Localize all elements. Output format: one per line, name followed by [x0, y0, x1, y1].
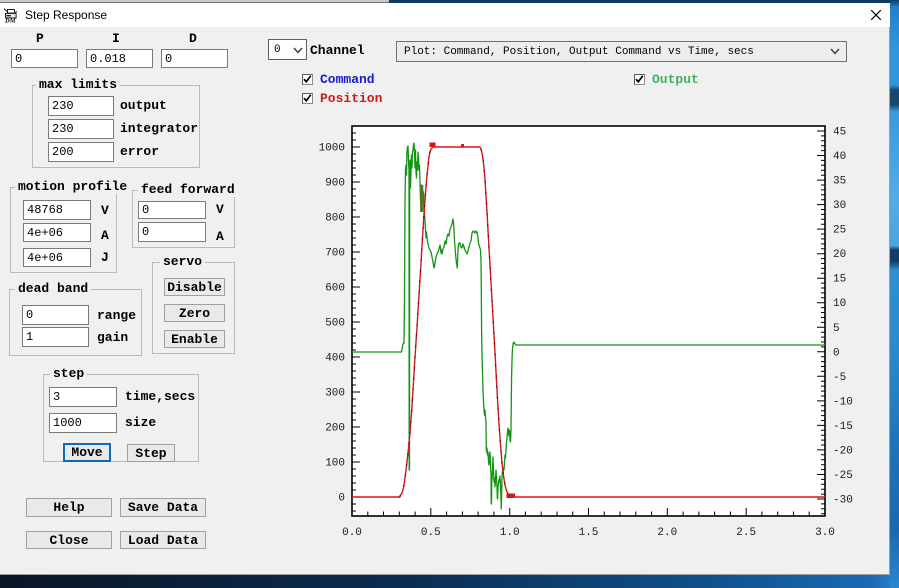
svg-text:2.5: 2.5 [736, 527, 756, 539]
svg-text:-10: -10 [833, 396, 853, 408]
svg-text:1.0: 1.0 [500, 527, 520, 539]
svg-text:300: 300 [325, 388, 345, 400]
svg-text:-25: -25 [833, 470, 853, 482]
svg-text:15: 15 [833, 274, 846, 286]
svg-text:45: 45 [833, 127, 846, 139]
svg-text:10: 10 [833, 298, 846, 310]
svg-text:40: 40 [833, 151, 846, 163]
svg-text:100: 100 [325, 458, 345, 470]
svg-text:0.5: 0.5 [421, 527, 441, 539]
svg-text:500: 500 [325, 318, 345, 330]
svg-text:0: 0 [338, 493, 345, 505]
svg-text:200: 200 [325, 423, 345, 435]
svg-text:-15: -15 [833, 421, 853, 433]
svg-text:-20: -20 [833, 445, 853, 457]
svg-text:600: 600 [325, 283, 345, 295]
svg-text:700: 700 [325, 248, 345, 260]
svg-text:0: 0 [833, 347, 840, 359]
svg-text:1.5: 1.5 [579, 527, 599, 539]
svg-text:5: 5 [833, 323, 840, 335]
svg-text:1000: 1000 [319, 143, 345, 155]
svg-text:400: 400 [325, 353, 345, 365]
svg-text:25: 25 [833, 225, 846, 237]
svg-text:3.0: 3.0 [815, 527, 835, 539]
svg-text:-30: -30 [833, 495, 853, 507]
svg-text:0.0: 0.0 [342, 527, 362, 539]
svg-text:20: 20 [833, 249, 846, 261]
svg-text:800: 800 [325, 213, 345, 225]
svg-text:-5: -5 [833, 372, 846, 384]
svg-text:900: 900 [325, 178, 345, 190]
svg-text:2.0: 2.0 [657, 527, 677, 539]
svg-text:35: 35 [833, 176, 846, 188]
svg-text:30: 30 [833, 200, 846, 212]
